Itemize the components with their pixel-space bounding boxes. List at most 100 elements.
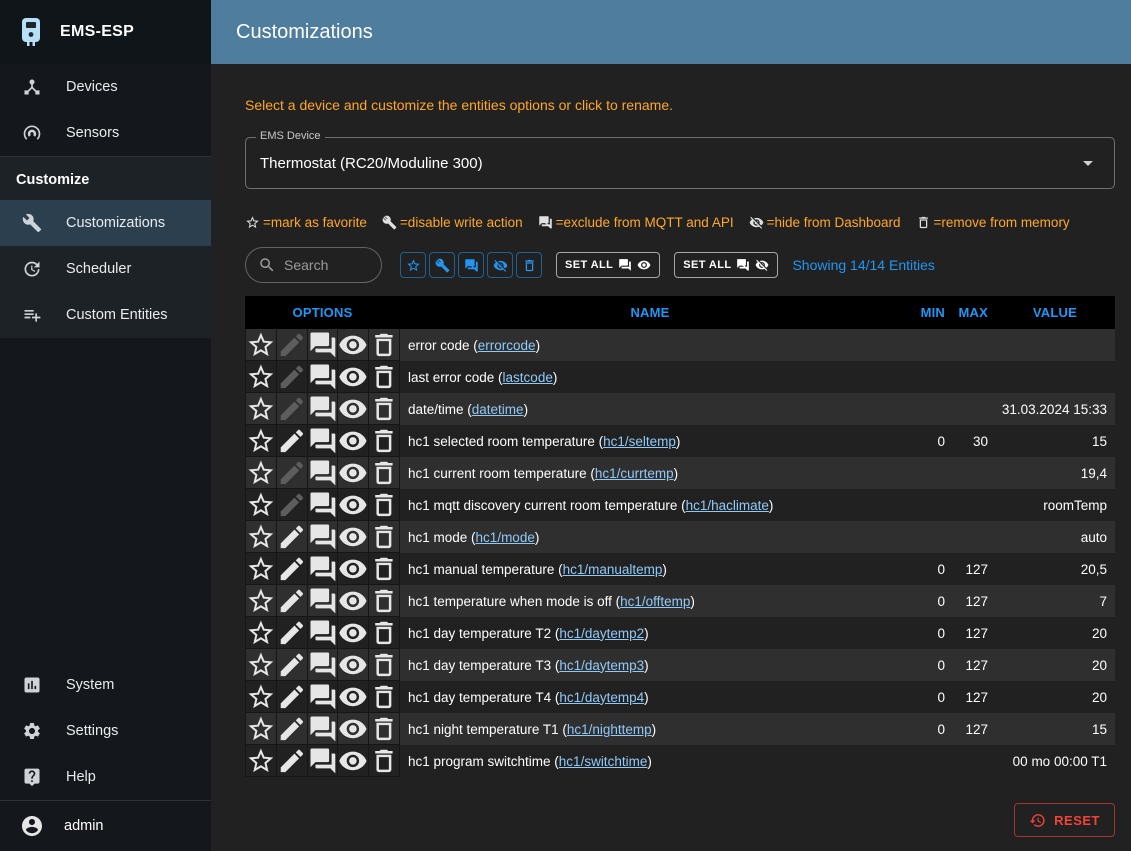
edit-icon[interactable] [277,617,308,649]
entity-shortname-link[interactable]: hc1/haclimate [686,498,769,513]
sidebar-item-settings[interactable]: Settings [0,708,211,754]
mqtt-exclude-icon[interactable] [308,745,339,777]
entity-shortname-link[interactable]: hc1/switchtime [559,754,648,769]
delete-icon[interactable] [369,489,400,521]
visibility-icon[interactable] [338,329,369,361]
visibility-icon[interactable] [338,425,369,457]
edit-icon[interactable] [277,553,308,585]
visibility-icon[interactable] [338,553,369,585]
entity-shortname-link[interactable]: hc1/mode [476,530,535,545]
search-box[interactable] [245,247,382,283]
mqtt-exclude-icon[interactable] [308,329,339,361]
delete-icon[interactable] [369,393,400,425]
favorite-icon[interactable] [246,329,277,361]
entity-shortname-link[interactable]: hc1/daytemp3 [559,658,644,673]
edit-icon[interactable] [277,713,308,745]
sidebar-item-help[interactable]: Help [0,754,211,800]
delete-icon[interactable] [369,585,400,617]
favorite-icon[interactable] [246,553,277,585]
delete-icon[interactable] [369,745,400,777]
mqtt-exclude-icon[interactable] [308,649,339,681]
visibility-icon[interactable] [338,745,369,777]
visibility-icon[interactable] [338,681,369,713]
delete-icon[interactable] [369,553,400,585]
entity-shortname-link[interactable]: hc1/nighttemp [567,722,652,737]
delete-icon[interactable] [369,329,400,361]
favorite-icon[interactable] [246,393,277,425]
edit-icon[interactable] [277,649,308,681]
visibility-icon[interactable] [338,361,369,393]
favorite-icon[interactable] [246,521,277,553]
favorite-icon[interactable] [246,425,277,457]
filter-favorite-button[interactable] [400,252,426,278]
delete-icon[interactable] [369,425,400,457]
edit-icon[interactable] [277,425,308,457]
mqtt-exclude-icon[interactable] [308,361,339,393]
search-input[interactable] [284,257,368,273]
mqtt-exclude-icon[interactable] [308,617,339,649]
filter-mqtt-exclude-button[interactable] [458,252,484,278]
visibility-icon[interactable] [338,713,369,745]
delete-icon[interactable] [369,617,400,649]
favorite-icon[interactable] [246,457,277,489]
favorite-icon[interactable] [246,361,277,393]
delete-icon[interactable] [369,713,400,745]
sidebar-item-custom-entities[interactable]: Custom Entities [0,292,211,338]
favorite-icon[interactable] [246,713,277,745]
entity-shortname-link[interactable]: lastcode [503,370,553,385]
visibility-icon[interactable] [338,617,369,649]
set-all-button-1[interactable]: SET ALL [556,252,660,278]
entity-shortname-link[interactable]: hc1/daytemp4 [559,690,644,705]
visibility-icon[interactable] [338,393,369,425]
mqtt-exclude-icon[interactable] [308,585,339,617]
entity-shortname-link[interactable]: hc1/daytemp2 [559,626,644,641]
entity-shortname-link[interactable]: hc1/seltemp [603,434,676,449]
edit-icon[interactable] [277,585,308,617]
entity-shortname-link[interactable]: hc1/manualtemp [563,562,663,577]
sidebar-user[interactable]: admin [0,801,211,851]
filter-remove-memory-button[interactable] [516,252,542,278]
delete-icon[interactable] [369,649,400,681]
entity-shortname-link[interactable]: errorcode [478,338,536,353]
delete-icon[interactable] [369,681,400,713]
mqtt-exclude-icon[interactable] [308,457,339,489]
favorite-icon[interactable] [246,585,277,617]
mqtt-exclude-icon[interactable] [308,425,339,457]
sidebar-item-customizations[interactable]: Customizations [0,200,211,246]
sidebar-item-system[interactable]: System [0,662,211,708]
mqtt-exclude-icon[interactable] [308,681,339,713]
sidebar-item-devices[interactable]: Devices [0,64,211,110]
favorite-icon[interactable] [246,489,277,521]
favorite-icon[interactable] [246,617,277,649]
delete-icon[interactable] [369,457,400,489]
favorite-icon[interactable] [246,745,277,777]
edit-icon[interactable] [277,521,308,553]
edit-icon[interactable] [277,681,308,713]
mqtt-exclude-icon[interactable] [308,553,339,585]
ems-device-select[interactable]: EMS Device Thermostat (RC20/Moduline 300… [245,137,1115,189]
visibility-icon[interactable] [338,457,369,489]
visibility-icon[interactable] [338,585,369,617]
favorite-icon[interactable] [246,649,277,681]
mqtt-exclude-icon[interactable] [308,521,339,553]
favorite-icon[interactable] [246,681,277,713]
delete-icon[interactable] [369,521,400,553]
edit-icon[interactable] [277,745,308,777]
sidebar-item-scheduler[interactable]: Scheduler [0,246,211,292]
filter-disable-write-button[interactable] [429,252,455,278]
chevron-down-icon[interactable] [1076,151,1100,175]
entity-shortname-link[interactable]: hc1/currtemp [595,466,674,481]
visibility-icon[interactable] [338,649,369,681]
sidebar-item-sensors[interactable]: Sensors [0,110,211,156]
reset-button[interactable]: RESET [1014,803,1115,837]
entity-shortname-link[interactable]: datetime [472,402,524,417]
visibility-icon[interactable] [338,521,369,553]
mqtt-exclude-icon[interactable] [308,713,339,745]
visibility-icon[interactable] [338,489,369,521]
mqtt-exclude-icon[interactable] [308,489,339,521]
filter-hide-dashboard-button[interactable] [487,252,513,278]
set-all-button-2[interactable]: SET ALL [674,252,778,278]
entity-shortname-link[interactable]: hc1/offtemp [620,594,690,609]
delete-icon[interactable] [369,361,400,393]
mqtt-exclude-icon[interactable] [308,393,339,425]
